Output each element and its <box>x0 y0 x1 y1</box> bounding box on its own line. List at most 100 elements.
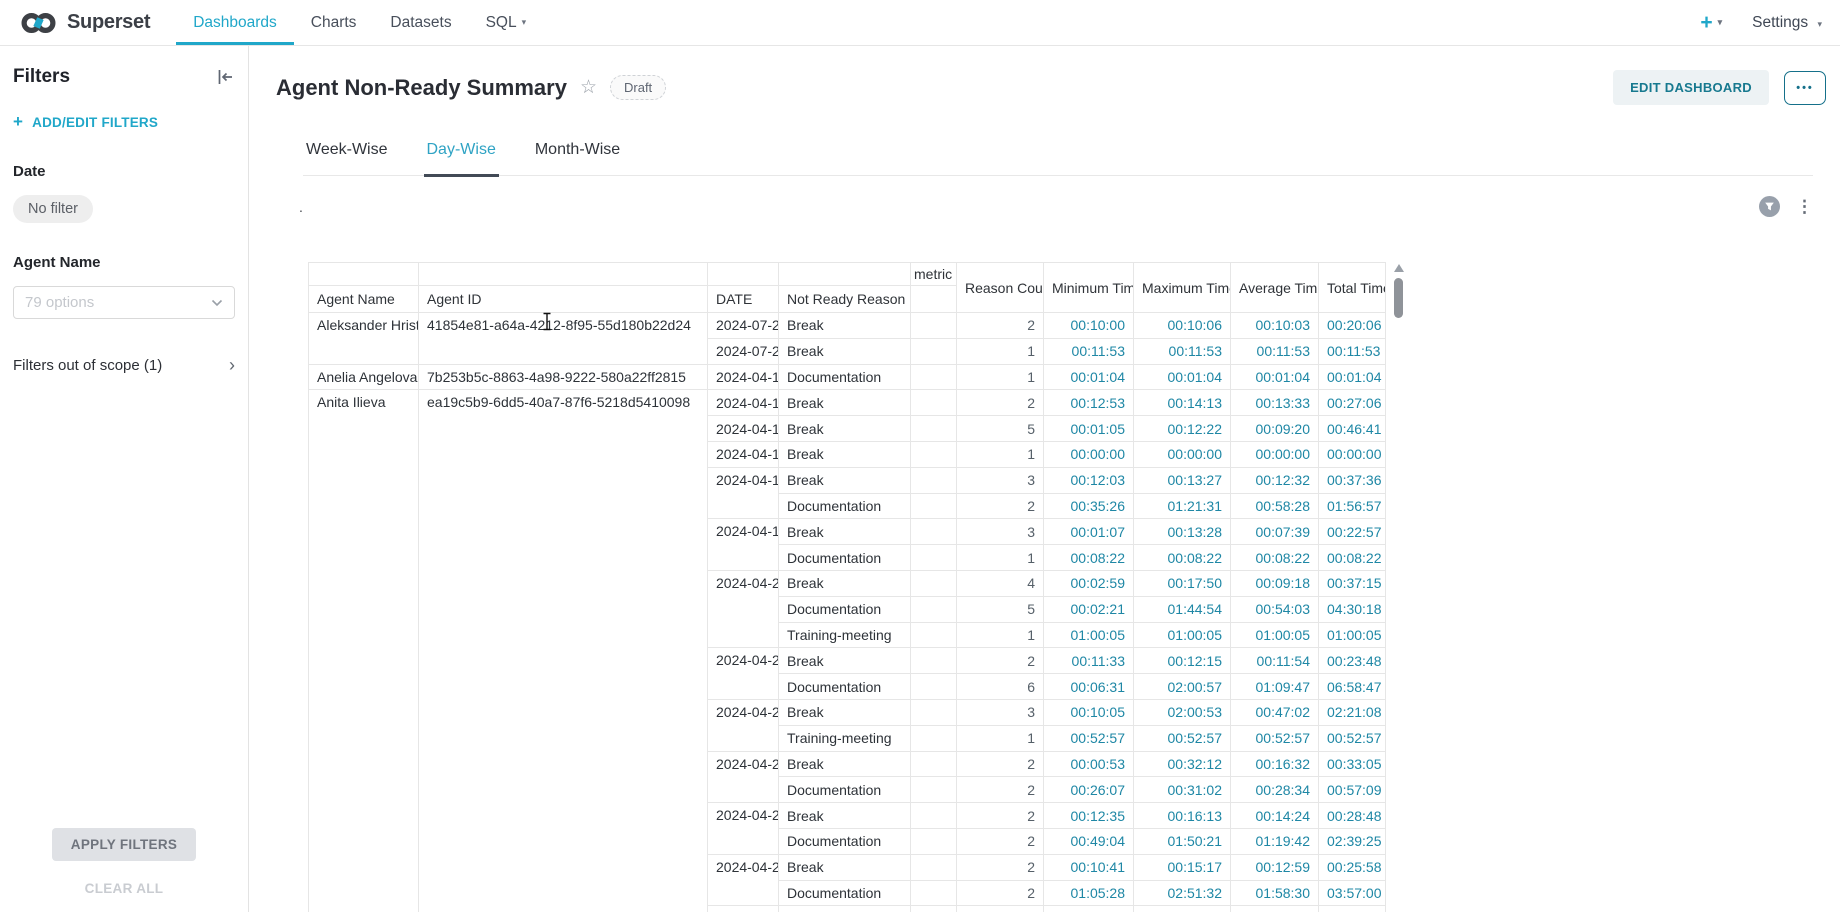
filters-out-of-scope-toggle[interactable]: Filters out of scope (1) › <box>13 355 235 376</box>
nav-item-datasets[interactable]: Datasets <box>373 0 468 45</box>
minimum-time-cell: 00:12:53 <box>1044 390 1134 416</box>
not-ready-reason-cell: Break <box>779 338 911 364</box>
reason-count-cell: 5 <box>957 596 1044 622</box>
add-edit-filters-button[interactable]: + ADD/EDIT FILTERS <box>13 112 235 132</box>
total-time-cell: 00:37:36 <box>1319 467 1386 493</box>
filters-out-of-scope-label: Filters out of scope (1) <box>13 357 162 374</box>
total-time-cell: 00:01:04 <box>1319 364 1386 390</box>
maximum-time-cell: 00:00:00 <box>1134 441 1231 467</box>
nav-item-sql[interactable]: SQL ▾ <box>469 0 544 45</box>
total-time-cell: 00:33:05 <box>1319 751 1386 777</box>
not-ready-reason-cell: Documentation <box>779 880 911 906</box>
maximum-time-cell: 00:13:28 <box>1134 519 1231 545</box>
row-header-agent-id: Agent ID <box>419 286 708 313</box>
maximum-time-cell: 01:21:31 <box>1134 493 1231 519</box>
metric-spacer-cell <box>911 648 957 674</box>
new-item-button[interactable]: + ▾ <box>1700 11 1722 35</box>
applied-filters-badge[interactable] <box>1759 196 1780 217</box>
average-time-cell: 01:00:05 <box>1231 622 1319 648</box>
nav-item-dashboards[interactable]: Dashboards <box>176 0 294 45</box>
metric-spacer-cell <box>911 596 957 622</box>
date-filter-value-chip[interactable]: No filter <box>13 195 93 223</box>
not-ready-reason-cell: Break <box>779 416 911 442</box>
maximum-time-cell: 01:50:21 <box>1134 828 1231 854</box>
average-time-cell: 00:12:59 <box>1231 854 1319 880</box>
total-time-cell: 00:00:00 <box>1319 441 1386 467</box>
column-header-maximum-time: Maximum Time <box>1134 263 1231 313</box>
table-scrollbar <box>1392 264 1405 909</box>
reason-count-cell: 2 <box>957 803 1044 829</box>
apply-filters-button[interactable]: APPLY FILTERS <box>52 828 196 861</box>
minimum-time-cell: 00:11:53 <box>1044 338 1134 364</box>
nav-item-charts[interactable]: Charts <box>294 0 374 45</box>
not-ready-reason-cell: Break <box>779 519 911 545</box>
average-time-cell: 00:14:24 <box>1231 803 1319 829</box>
caret-down-icon: ▾ <box>522 17 527 28</box>
agent-name-select[interactable]: 79 options <box>13 286 235 319</box>
minimum-time-cell: 00:52:57 <box>1044 725 1134 751</box>
minimum-time-cell: 00:00:00 <box>1044 441 1134 467</box>
average-time-cell: 00:08:22 <box>1231 545 1319 571</box>
maximum-time-cell: 00:17:50 <box>1134 570 1231 596</box>
date-cell: 2024-07-25 <box>708 338 779 364</box>
tab-week-wise[interactable]: Week-Wise <box>303 135 391 175</box>
average-time-cell: 00:09:18 <box>1231 570 1319 596</box>
reason-count-cell: 1 <box>957 364 1044 390</box>
reason-count-cell: 5 <box>957 416 1044 442</box>
agent-name-cell: Anelia Angelova <box>309 364 419 390</box>
not-ready-reason-cell: Break <box>779 313 911 339</box>
not-ready-reason-cell: Break <box>779 803 911 829</box>
minimum-time-cell: 01:00:05 <box>1044 622 1134 648</box>
superset-logo[interactable]: Superset <box>20 10 150 36</box>
maximum-time-cell: 00:13:27 <box>1134 467 1231 493</box>
metric-spacer-cell <box>911 338 957 364</box>
total-time-cell: 00:37:15 <box>1319 570 1386 596</box>
more-options-button[interactable]: ••• <box>1784 71 1826 105</box>
collapse-sidebar-icon[interactable] <box>216 68 235 86</box>
minimum-time-cell: 00:01:04 <box>1044 364 1134 390</box>
average-time-cell: 00:28:34 <box>1231 777 1319 803</box>
navbar-right: + ▾ Settings ▾ <box>1700 11 1822 35</box>
minimum-time-cell: 00:06:31 <box>1044 674 1134 700</box>
scroll-up-icon[interactable] <box>1394 264 1404 272</box>
edit-dashboard-button[interactable]: EDIT DASHBOARD <box>1613 70 1769 105</box>
tab-day-wise[interactable]: Day-Wise <box>424 135 499 177</box>
not-ready-reason-cell: Break <box>779 441 911 467</box>
date-cell: 2024-04-10 <box>708 364 779 390</box>
table-row: Anelia Angelova7b253b5c-8863-4a98-9222-5… <box>309 364 1386 390</box>
reason-count-cell: 3 <box>957 906 1044 912</box>
total-time-cell: 00:27:06 <box>1319 390 1386 416</box>
chart-kebab-menu-icon[interactable]: ⋮ <box>1793 197 1816 217</box>
metric-spacer-cell <box>911 493 957 519</box>
scrollbar-thumb[interactable] <box>1394 278 1403 318</box>
tab-month-wise[interactable]: Month-Wise <box>532 135 623 175</box>
total-time-cell: 00:46:41 <box>1319 416 1386 442</box>
reason-count-cell: 2 <box>957 648 1044 674</box>
plus-icon: + <box>13 112 23 132</box>
reason-count-cell: 1 <box>957 545 1044 571</box>
not-ready-reason-cell: Break <box>779 699 911 725</box>
clear-all-button[interactable]: CLEAR ALL <box>0 881 248 896</box>
date-cell: 2024-05-01 <box>708 906 779 912</box>
header-blank-cell <box>708 263 779 286</box>
metric-spacer-cell <box>911 441 957 467</box>
average-time-cell: 00:13:09 <box>1231 906 1319 912</box>
header-blank-cell <box>309 263 419 286</box>
filters-title: Filters <box>13 66 70 88</box>
minimum-time-cell: 00:10:41 <box>1044 854 1134 880</box>
metric-spacer-cell <box>911 674 957 700</box>
minimum-time-cell: 00:35:26 <box>1044 493 1134 519</box>
agent-id-cell: 41854e81-a64a-4212-8f95-55d180b22d24 <box>419 313 708 365</box>
filter-funnel-icon <box>1764 201 1775 212</box>
metric-spacer-cell <box>911 622 957 648</box>
minimum-time-cell: 00:02:59 <box>1044 570 1134 596</box>
settings-menu[interactable]: Settings ▾ <box>1752 14 1822 32</box>
not-ready-reason-cell: Break <box>779 751 911 777</box>
column-header-reason-count: Reason Count <box>957 263 1044 313</box>
average-time-cell: 01:58:30 <box>1231 880 1319 906</box>
total-time-cell: 01:56:57 <box>1319 493 1386 519</box>
favorite-star-icon[interactable]: ☆ <box>580 76 597 99</box>
reason-count-cell: 1 <box>957 725 1044 751</box>
reason-count-cell: 1 <box>957 441 1044 467</box>
brand-name: Superset <box>67 11 150 34</box>
